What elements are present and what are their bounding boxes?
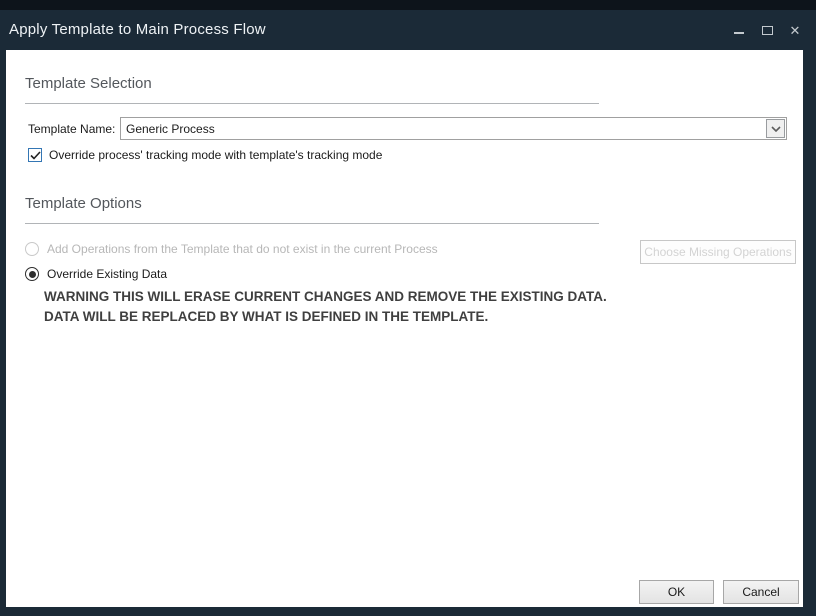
radio-selected-icon[interactable] [25,267,39,281]
template-options-divider [25,223,599,224]
minimize-button[interactable] [732,23,746,37]
window-controls: ✕ [732,10,802,50]
warning-line-1: WARNING THIS WILL ERASE CURRENT CHANGES … [44,287,607,307]
dialog-window: Apply Template to Main Process Flow ✕ Te… [0,0,816,616]
override-tracking-label: Override process' tracking mode with tem… [49,148,382,162]
template-options-heading: Template Options [25,195,142,212]
close-button[interactable]: ✕ [788,23,802,37]
combobox-dropdown-button[interactable] [766,119,785,138]
titlebar[interactable]: Apply Template to Main Process Flow ✕ [0,10,816,50]
ok-button[interactable]: OK [639,580,714,604]
override-tracking-checkbox[interactable]: Override process' tracking mode with tem… [28,148,382,162]
override-existing-data-label: Override Existing Data [47,267,167,281]
checkbox-checked-icon[interactable] [28,148,42,162]
warning-text: WARNING THIS WILL ERASE CURRENT CHANGES … [44,287,607,327]
warning-line-2: DATA WILL BE REPLACED BY WHAT IS DEFINED… [44,307,607,327]
template-name-value: Generic Process [121,122,765,136]
maximize-icon [762,26,773,35]
chevron-down-icon [771,126,781,132]
template-selection-divider [25,103,599,104]
template-selection-heading: Template Selection [25,75,152,92]
choose-missing-operations-button: Choose Missing Operations [640,240,796,264]
window-title: Apply Template to Main Process Flow [9,21,266,38]
maximize-button[interactable] [760,23,774,37]
add-operations-radio: Add Operations from the Template that do… [25,242,438,256]
override-existing-data-radio[interactable]: Override Existing Data [25,267,167,281]
radio-dot [29,271,36,278]
minimize-icon [734,32,744,34]
cancel-button[interactable]: Cancel [723,580,799,604]
check-icon [30,151,41,160]
template-name-label: Template Name: [28,122,115,136]
radio-unselected-icon [25,242,39,256]
add-operations-label: Add Operations from the Template that do… [47,242,438,256]
window-top-border [0,0,816,10]
dialog-content: Template Selection Template Name: Generi… [6,50,803,607]
close-icon: ✕ [790,24,801,37]
template-name-combobox[interactable]: Generic Process [120,117,787,140]
